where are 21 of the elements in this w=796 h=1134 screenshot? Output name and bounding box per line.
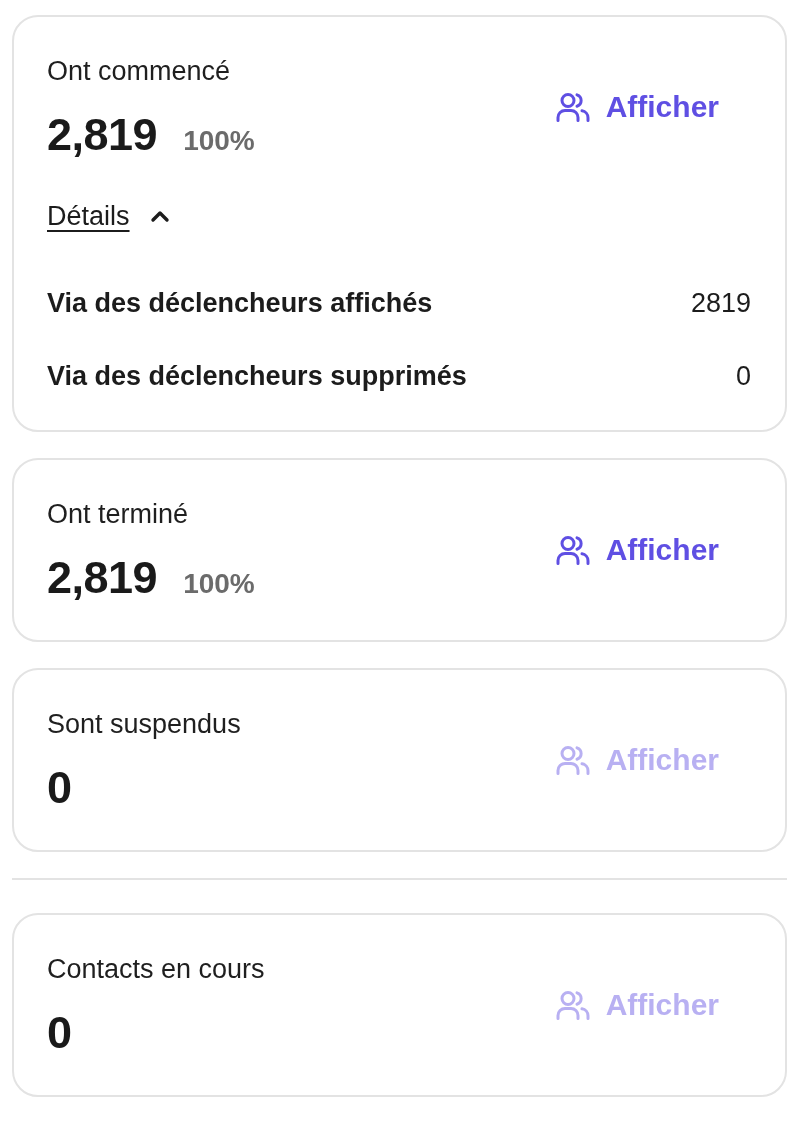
detail-value: 2819	[690, 287, 751, 320]
users-icon	[555, 990, 590, 1020]
stat-label: Contacts en cours	[47, 953, 265, 986]
users-icon	[555, 92, 590, 122]
view-button[interactable]: Afficher	[539, 81, 735, 133]
detail-label: Via des déclencheurs supprimés	[47, 360, 467, 393]
stat-label: Ont terminé	[47, 498, 190, 531]
stat-value: 0	[47, 761, 72, 815]
details-link[interactable]: Détails	[47, 196, 130, 236]
stat-value: 0	[47, 1006, 72, 1060]
stat-percent: 100%	[183, 567, 255, 601]
users-icon	[555, 535, 590, 565]
stat-value: 2,819	[47, 108, 158, 162]
stat-label: Sont suspendus	[47, 708, 241, 741]
stat-value: 2,819	[47, 551, 158, 605]
detail-label: Via des déclencheurs affichés	[47, 287, 433, 320]
detail-value: 0	[735, 360, 751, 393]
stat-label: Ont commencé	[47, 55, 232, 88]
stat-percent: 100%	[183, 124, 255, 158]
view-button[interactable]: Afficher	[539, 524, 735, 576]
users-icon	[555, 745, 590, 775]
